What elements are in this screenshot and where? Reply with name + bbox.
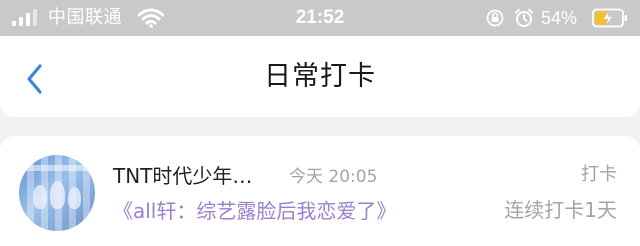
page-title: 日常打卡: [264, 61, 376, 92]
nav-bar: 日常打卡: [0, 36, 640, 117]
alarm-icon: [515, 9, 533, 27]
post-title-link[interactable]: 《all轩：综艺露脸后我恋爱了》: [113, 198, 396, 224]
group-name[interactable]: TNT时代少年…: [113, 163, 252, 189]
status-bar: 中国联通 21:52 54%: [0, 0, 640, 36]
battery-charging-icon: [592, 8, 627, 28]
streak-label: 连续打卡1天: [504, 198, 617, 222]
battery-percent: 54%: [541, 8, 578, 28]
orientation-lock-icon: [486, 9, 504, 27]
checkin-type-label: 打卡: [581, 164, 617, 185]
checkin-time: 今天 20:05: [289, 167, 378, 187]
avatar[interactable]: [19, 155, 95, 231]
checkin-card[interactable]: TNT时代少年… 今天 20:05 打卡 《all轩：综艺露脸后我恋爱了》 连续…: [0, 136, 640, 246]
